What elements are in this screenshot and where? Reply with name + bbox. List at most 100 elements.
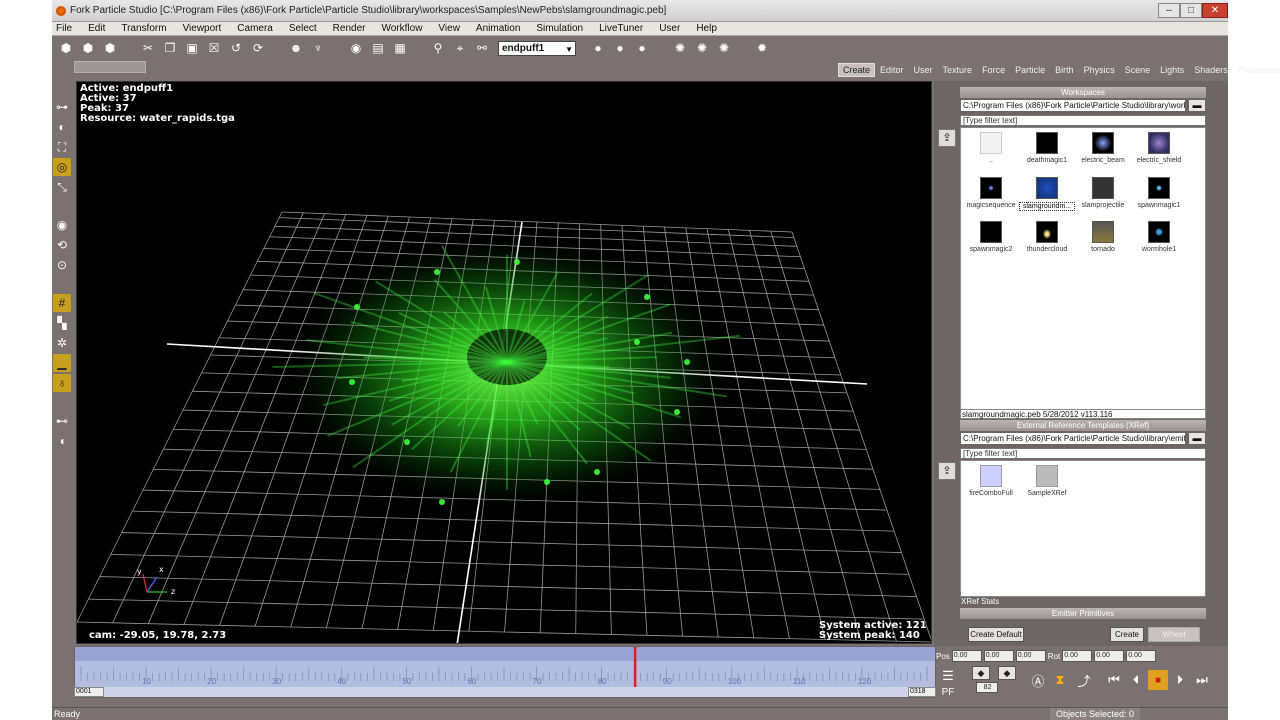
create-default-button[interactable]: Create Default	[968, 627, 1024, 642]
workspace-item[interactable]: spawnmagic1	[1131, 177, 1187, 221]
workspace-item[interactable]: electric_shield	[1131, 132, 1187, 176]
character-icon[interactable]: ☻	[288, 40, 304, 56]
tab-texture[interactable]: Texture	[938, 63, 978, 77]
tab-editor[interactable]: Editor	[875, 63, 909, 77]
reload-icon[interactable]: ⟳	[250, 40, 266, 56]
menu-file[interactable]: File	[56, 23, 72, 34]
mode-box[interactable]	[74, 61, 146, 73]
maximize-button[interactable]: □	[1180, 3, 1202, 18]
tab-preferences[interactable]: Preferences	[1233, 63, 1280, 77]
hourglass-icon[interactable]: ⧗	[1050, 670, 1070, 690]
grid-icon[interactable]: #	[53, 294, 71, 312]
new-system-icon[interactable]: ⬢	[80, 40, 96, 56]
menu-simulation[interactable]: Simulation	[536, 23, 583, 34]
xref-folder-icon[interactable]: ▬	[1188, 432, 1206, 445]
new-emitter-icon[interactable]: ⬢	[58, 40, 74, 56]
settings-a-icon[interactable]: ✺	[672, 40, 688, 56]
workspaces-folder-icon[interactable]: ▬	[1188, 99, 1206, 112]
xref-item[interactable]: fireComboFull	[963, 465, 1019, 509]
settings-b-icon[interactable]: ✺	[694, 40, 710, 56]
sound-icon[interactable]: ◖	[53, 432, 71, 450]
record-icon[interactable]: ■	[1148, 670, 1168, 690]
current-frame-field[interactable]: 82	[976, 682, 998, 693]
primitive-select[interactable]: Wheel	[1148, 627, 1200, 642]
gear-icon[interactable]: ✹	[754, 40, 770, 56]
tab-scene[interactable]: Scene	[1120, 63, 1156, 77]
workspaces-path[interactable]: C:\Program Files (x86)\Fork Particle\Par…	[960, 99, 1186, 112]
xref-path[interactable]: C:\Program Files (x86)\Fork Particle\Par…	[960, 432, 1186, 445]
start-frame-field[interactable]: 0001	[74, 687, 104, 697]
sphere-tool-icon[interactable]: ◐	[53, 118, 71, 136]
xref-save-icon[interactable]: ⇪	[938, 462, 956, 480]
menu-select[interactable]: Select	[289, 23, 317, 34]
group-remove-icon[interactable]: ●	[634, 40, 650, 56]
curve-icon[interactable]: ⤴	[1074, 670, 1094, 690]
tab-force[interactable]: Force	[977, 63, 1010, 77]
menu-view[interactable]: View	[438, 23, 460, 34]
rot-y-field[interactable]: 0.00	[1094, 650, 1125, 662]
go-end-icon[interactable]: ⏭	[1192, 670, 1212, 690]
bone-icon[interactable]: ♆	[310, 40, 326, 56]
reset-icon[interactable]: ↺	[228, 40, 244, 56]
copy-icon[interactable]: ❐	[162, 40, 178, 56]
save-emitter-icon[interactable]: ⬢	[102, 40, 118, 56]
close-button[interactable]: ✕	[1202, 3, 1228, 18]
xref-item[interactable]: SampleXRef	[1019, 465, 1075, 509]
emitter-select[interactable]: endpuff1 ▼	[498, 40, 576, 56]
create-button[interactable]: Create	[1110, 627, 1144, 642]
play-icon[interactable]: ⏵	[1170, 670, 1190, 690]
menu-render[interactable]: Render	[333, 23, 366, 34]
workspaces-filter[interactable]: [Type filter text]	[960, 115, 1206, 126]
rot-x-field[interactable]: 0.00	[1062, 650, 1093, 662]
minimize-button[interactable]: –	[1158, 3, 1180, 18]
step-back-icon[interactable]: ⏴	[1126, 670, 1146, 690]
workspace-item[interactable]: thundercloud	[1019, 221, 1075, 265]
stats-icon[interactable]: ⊷	[53, 412, 71, 430]
bulb-icon[interactable]: ♁	[53, 374, 71, 392]
workspace-item[interactable]: wormhole1	[1131, 221, 1187, 265]
tab-particle[interactable]: Particle	[1010, 63, 1050, 77]
pos-x-field[interactable]: 0.00	[951, 650, 982, 662]
viewport-3d[interactable]: Active: endpuff1 Active: 37 Peak: 37 Res…	[76, 81, 932, 644]
group-icon[interactable]: ●	[590, 40, 606, 56]
workspace-item[interactable]: tornado	[1075, 221, 1131, 265]
go-start-icon[interactable]: ⏮	[1104, 670, 1124, 690]
workspace-item[interactable]: ..	[963, 132, 1019, 176]
rot-z-field[interactable]: 0.00	[1126, 650, 1157, 662]
menu-transform[interactable]: Transform	[121, 23, 166, 34]
xref-filter[interactable]: [Type filter text]	[960, 448, 1206, 459]
pos-z-field[interactable]: 0.00	[1015, 650, 1046, 662]
group-add-icon[interactable]: ●	[612, 40, 628, 56]
camera-view-icon[interactable]: ▚	[53, 314, 71, 332]
clapper-icon[interactable]: ▦	[392, 40, 408, 56]
tab-shaders[interactable]: Shaders	[1189, 63, 1233, 77]
link-icon[interactable]: ⚲	[430, 40, 446, 56]
pos-y-field[interactable]: 0.00	[983, 650, 1014, 662]
timeline[interactable]: 10 20 30 40 50 60 70 80 90 100 110 120	[74, 646, 936, 698]
link-tool-icon[interactable]: ⊶	[53, 98, 71, 116]
menu-livetuner[interactable]: LiveTuner	[599, 23, 643, 34]
target-icon[interactable]: ⊙	[53, 256, 71, 274]
orbit-icon[interactable]: ⟲	[53, 236, 71, 254]
unlink-icon[interactable]: ⚯	[474, 40, 490, 56]
tab-lights[interactable]: Lights	[1155, 63, 1189, 77]
menu-user[interactable]: User	[659, 23, 680, 34]
attach-icon[interactable]: ⌖	[452, 40, 468, 56]
tab-create[interactable]: Create	[838, 63, 876, 77]
light-icon[interactable]: ✲	[53, 334, 71, 352]
eye-icon[interactable]: ◉	[348, 40, 364, 56]
menu-camera[interactable]: Camera	[237, 23, 273, 34]
workspace-item[interactable]: spawnmagic2	[963, 221, 1019, 265]
view-eye-icon[interactable]: ◉	[53, 216, 71, 234]
resize-tool-icon[interactable]: ⤡	[53, 178, 71, 196]
workspace-item-selected[interactable]: slamgroundm...	[1019, 177, 1075, 221]
autokey-icon[interactable]: Ⓐ	[1028, 670, 1048, 690]
camera-icon[interactable]: ▤	[370, 40, 386, 56]
menu-viewport[interactable]: Viewport	[183, 23, 222, 34]
workspace-item[interactable]: deathmagic1	[1019, 132, 1075, 176]
floor-icon[interactable]: ▁	[53, 354, 71, 372]
rotate-tool-icon[interactable]: ◎	[53, 158, 71, 176]
key-next-button[interactable]: ◆	[998, 666, 1016, 680]
fps-icon[interactable]: PF	[938, 682, 958, 702]
delete-icon[interactable]: ☒	[206, 40, 222, 56]
